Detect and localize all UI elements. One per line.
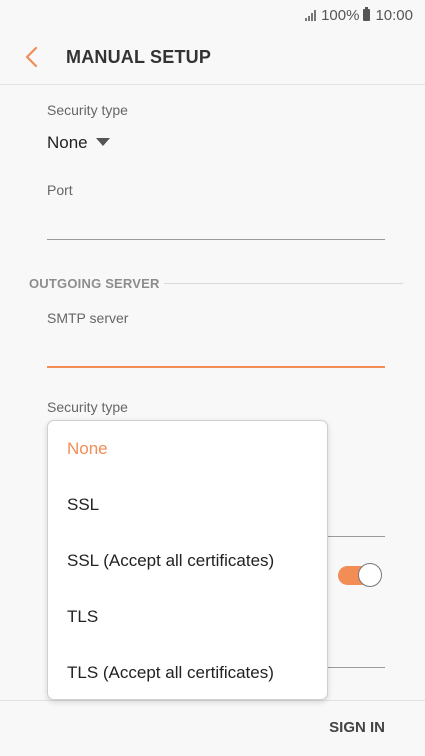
battery-percentage: 100% bbox=[321, 6, 360, 24]
security-type-select[interactable]: None bbox=[47, 133, 110, 153]
back-arrow-icon bbox=[25, 46, 38, 68]
require-signin-toggle[interactable] bbox=[338, 563, 382, 587]
signal-icon bbox=[304, 9, 317, 21]
dropdown-option-tls[interactable]: TLS bbox=[48, 589, 327, 645]
port-label: Port bbox=[47, 182, 73, 198]
port-input[interactable] bbox=[47, 208, 385, 238]
battery-icon bbox=[363, 7, 371, 21]
back-button[interactable] bbox=[22, 46, 42, 68]
security-type-dropdown: None SSL SSL (Accept all certificates) T… bbox=[47, 420, 328, 700]
dropdown-arrow-icon bbox=[95, 137, 110, 146]
smtp-server-label: SMTP server bbox=[47, 310, 129, 326]
dropdown-option-none[interactable]: None bbox=[48, 421, 327, 477]
smtp-server-input[interactable] bbox=[47, 336, 385, 366]
dropdown-option-ssl[interactable]: SSL bbox=[48, 477, 327, 533]
security-type-value: None bbox=[47, 133, 88, 152]
smtp-server-underline bbox=[47, 366, 385, 368]
port-underline bbox=[47, 239, 385, 240]
status-bar: 100% 10:00 bbox=[0, 0, 425, 30]
security-type-label: Security type bbox=[47, 102, 128, 118]
bottom-bar: SIGN IN bbox=[0, 700, 425, 756]
clock: 10:00 bbox=[375, 6, 413, 24]
dropdown-option-tls-accept-all[interactable]: TLS (Accept all certificates) bbox=[48, 645, 327, 701]
section-divider bbox=[164, 283, 403, 284]
sign-in-button[interactable]: SIGN IN bbox=[329, 719, 385, 736]
toggle-knob bbox=[358, 563, 382, 587]
outgoing-server-header: OUTGOING SERVER bbox=[29, 276, 160, 291]
outgoing-security-type-label: Security type bbox=[47, 399, 128, 415]
page-title: MANUAL SETUP bbox=[66, 47, 212, 67]
dropdown-option-ssl-accept-all[interactable]: SSL (Accept all certificates) bbox=[48, 533, 327, 589]
app-bar: MANUAL SETUP bbox=[0, 30, 425, 85]
